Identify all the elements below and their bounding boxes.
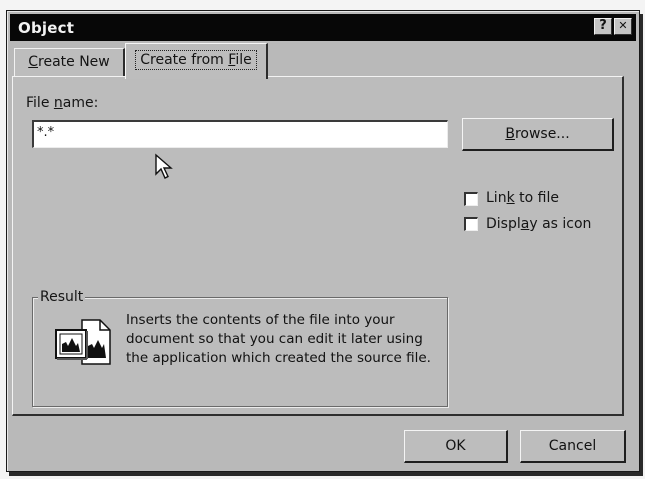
ok-button[interactable]: OK [404, 430, 508, 463]
file-name-label: File name: [26, 95, 99, 111]
close-button[interactable]: ✕ [614, 18, 632, 35]
tab-create-new-accesskey: C [28, 54, 39, 70]
link-to-file-checkbox[interactable] [464, 192, 478, 206]
file-name-input[interactable]: *.* [32, 120, 448, 148]
display-as-icon-checkbox[interactable] [464, 217, 478, 231]
tab-create-new[interactable]: Create New [14, 48, 125, 76]
embedded-file-icon [55, 319, 111, 365]
mouse-pointer-icon [155, 153, 173, 179]
result-group-title: Result [38, 289, 86, 305]
display-as-icon-label[interactable]: Display as icon [486, 216, 591, 232]
tab-focus-ring: Create from File [135, 50, 257, 70]
browse-button[interactable]: Browse... [462, 118, 614, 151]
dialog-title: Object [18, 19, 75, 37]
link-to-file-label[interactable]: Link to file [486, 190, 559, 206]
close-icon: ✕ [618, 19, 628, 32]
title-bar[interactable]: Object ? ✕ [10, 14, 636, 41]
help-button[interactable]: ? [594, 18, 612, 35]
help-icon: ? [599, 18, 607, 33]
cancel-button[interactable]: Cancel [520, 430, 626, 463]
tab-create-from-file[interactable]: Create from File [125, 43, 268, 79]
result-description: Inserts the contents of the file into yo… [126, 312, 431, 366]
